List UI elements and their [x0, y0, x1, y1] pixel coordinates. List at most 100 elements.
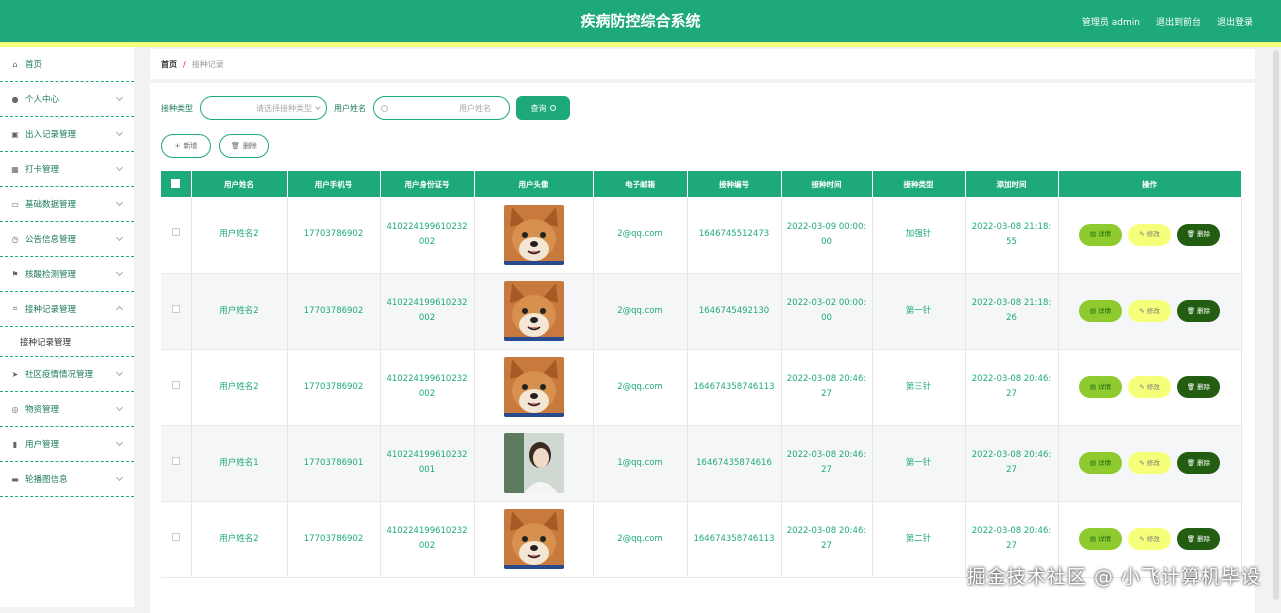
comment-icon: ▬ — [10, 474, 20, 484]
user-avatar — [504, 281, 564, 341]
edit-button[interactable]: ✎修改 — [1128, 300, 1171, 322]
sidebar-item-8[interactable]: ➤社区疫情情况管理 — [0, 357, 134, 392]
delete-row-button[interactable]: 🗑删除 — [1177, 376, 1220, 398]
breadcrumb-home[interactable]: 首页 — [161, 59, 177, 70]
delete-row-button[interactable]: 🗑删除 — [1177, 300, 1220, 322]
detail-button[interactable]: ▤详情 — [1079, 224, 1122, 246]
back-to-front-link[interactable]: 退出到前台 — [1156, 15, 1201, 28]
clock-icon: ◷ — [10, 234, 20, 244]
cell-time: 2022-03-08 20:46:27 — [781, 425, 872, 501]
sidebar-item-3[interactable]: ▦打卡管理 — [0, 152, 134, 187]
sidebar-item-9[interactable]: ◎物资管理 — [0, 392, 134, 427]
trash-icon: 🗑 — [1187, 380, 1195, 395]
cell-name: 用户姓名2 — [191, 197, 287, 273]
sidebar-item-label: 轮播图信息 — [25, 473, 68, 485]
column-header: 接种时间 — [781, 171, 872, 197]
sidebar-item-2[interactable]: ▣ 出入记录管理 — [0, 117, 134, 152]
logout-link[interactable]: 退出登录 — [1217, 15, 1253, 28]
cell-phone: 17703786902 — [287, 501, 380, 577]
pencil-icon: ✎ — [1139, 456, 1144, 471]
cell-idcard: 410224199610232002 — [380, 197, 474, 273]
message-icon: ▭ — [10, 199, 20, 209]
add-button[interactable]: +新增 — [161, 134, 211, 158]
sidebar-item-0[interactable]: ⌂ 首页 — [0, 47, 134, 82]
sidebar-item-label: 出入记录管理 — [25, 128, 76, 140]
column-header: 接种编号 — [687, 171, 781, 197]
delete-button-label: 删除 — [243, 141, 257, 151]
delete-button[interactable]: 🗑删除 — [219, 134, 269, 158]
edit-button[interactable]: ✎修改 — [1128, 452, 1171, 474]
cell-type: 第二针 — [872, 501, 965, 577]
delete-row-button-label: 删除 — [1197, 532, 1210, 547]
edit-button-label: 修改 — [1147, 227, 1160, 242]
trash-icon: 🗑 — [1187, 304, 1195, 319]
search-icon — [550, 105, 556, 111]
row-checkbox[interactable] — [172, 305, 180, 313]
sidebar-item-7[interactable]: ⌗接种记录管理 — [0, 292, 134, 327]
edit-button-label: 修改 — [1147, 304, 1160, 319]
cell-type: 第一针 — [872, 425, 965, 501]
document-icon: ▤ — [1090, 456, 1096, 471]
cell-actions: ▤详情 ✎修改 🗑删除 — [1058, 425, 1241, 501]
cell-type: 加强针 — [872, 197, 965, 273]
detail-button-label: 详情 — [1098, 532, 1111, 547]
page-scrollbar[interactable] — [1273, 50, 1279, 600]
detail-button[interactable]: ▤详情 — [1079, 376, 1122, 398]
search-button-label: 查询 — [531, 103, 547, 114]
header-links: 管理员 admin 退出到前台 退出登录 — [1082, 0, 1253, 42]
sidebar-item-6[interactable]: ⚑核酸检测管理 — [0, 257, 134, 292]
row-checkbox[interactable] — [172, 381, 180, 389]
detail-button[interactable]: ▤详情 — [1079, 300, 1122, 322]
sidebar-item-label: 个人中心 — [25, 93, 59, 105]
detail-button[interactable]: ▤详情 — [1079, 452, 1122, 474]
breadcrumb: 首页 / 接种记录 — [150, 49, 1255, 79]
cell-email: 2@qq.com — [593, 501, 687, 577]
briefcase-icon: ▣ — [10, 129, 20, 139]
cell-added: 2022-03-08 20:46:27 — [965, 349, 1058, 425]
chart-icon: ▮ — [10, 439, 20, 449]
sidebar-item-1[interactable]: ●个人中心 — [0, 82, 134, 117]
search-button[interactable]: 查询 — [516, 96, 570, 120]
chevron-down-icon — [116, 94, 123, 101]
cell-name: 用户姓名2 — [191, 273, 287, 349]
submenu-item-vaccination-records[interactable]: 接种记录管理 — [0, 327, 134, 357]
table-header-row: 用户姓名用户手机号用户身份证号用户头像电子邮箱接种编号接种时间接种类型添加时间操… — [161, 171, 1241, 197]
sidebar-item-label: 用户管理 — [25, 438, 59, 450]
cell-avatar — [474, 501, 593, 577]
home-icon: ⌂ — [10, 59, 20, 69]
cell-number: 1646745512473 — [687, 197, 781, 273]
row-select-cell — [161, 425, 191, 501]
row-checkbox[interactable] — [172, 533, 180, 541]
type-select[interactable]: 请选择接种类型 — [200, 96, 327, 120]
table-row: 用户姓名2177037869024102241996102320022@qq.c… — [161, 273, 1241, 349]
sidebar-item-10[interactable]: ▮ 用户管理 — [0, 427, 134, 462]
edit-button[interactable]: ✎修改 — [1128, 224, 1171, 246]
detail-button[interactable]: ▤详情 — [1079, 528, 1122, 550]
row-checkbox[interactable] — [172, 228, 180, 236]
sidebar-item-label: 公告信息管理 — [25, 233, 76, 245]
edit-button[interactable]: ✎修改 — [1128, 528, 1171, 550]
watermark: 掘金技术社区 @ 小飞计算机毕设 — [967, 562, 1261, 589]
cell-phone: 17703786902 — [287, 349, 380, 425]
cell-name: 用户姓名2 — [191, 349, 287, 425]
row-checkbox[interactable] — [172, 457, 180, 465]
column-header: 用户姓名 — [191, 171, 287, 197]
trash-icon: 🗑 — [1187, 532, 1195, 547]
document-icon: ▤ — [1090, 304, 1096, 319]
user-avatar — [504, 509, 564, 569]
chevron-down-icon — [116, 439, 123, 446]
sidebar-item-4[interactable]: ▭基础数据管理 — [0, 187, 134, 222]
grid-icon: ▦ — [10, 164, 20, 174]
name-input[interactable]: 用户姓名 — [373, 96, 510, 120]
sidebar-item-11[interactable]: ▬ 轮播图信息 — [0, 462, 134, 497]
edit-button[interactable]: ✎修改 — [1128, 376, 1171, 398]
delete-row-button[interactable]: 🗑删除 — [1177, 528, 1220, 550]
sidebar-item-5[interactable]: ◷ 公告信息管理 — [0, 222, 134, 257]
delete-row-button[interactable]: 🗑删除 — [1177, 224, 1220, 246]
select-all-checkbox[interactable] — [171, 179, 180, 188]
sidebar-item-label: 首页 — [25, 58, 42, 70]
column-header: 操作 — [1058, 171, 1241, 197]
admin-label: 管理员 admin — [1082, 15, 1140, 28]
breadcrumb-separator: / — [183, 60, 186, 69]
delete-row-button[interactable]: 🗑删除 — [1177, 452, 1220, 474]
